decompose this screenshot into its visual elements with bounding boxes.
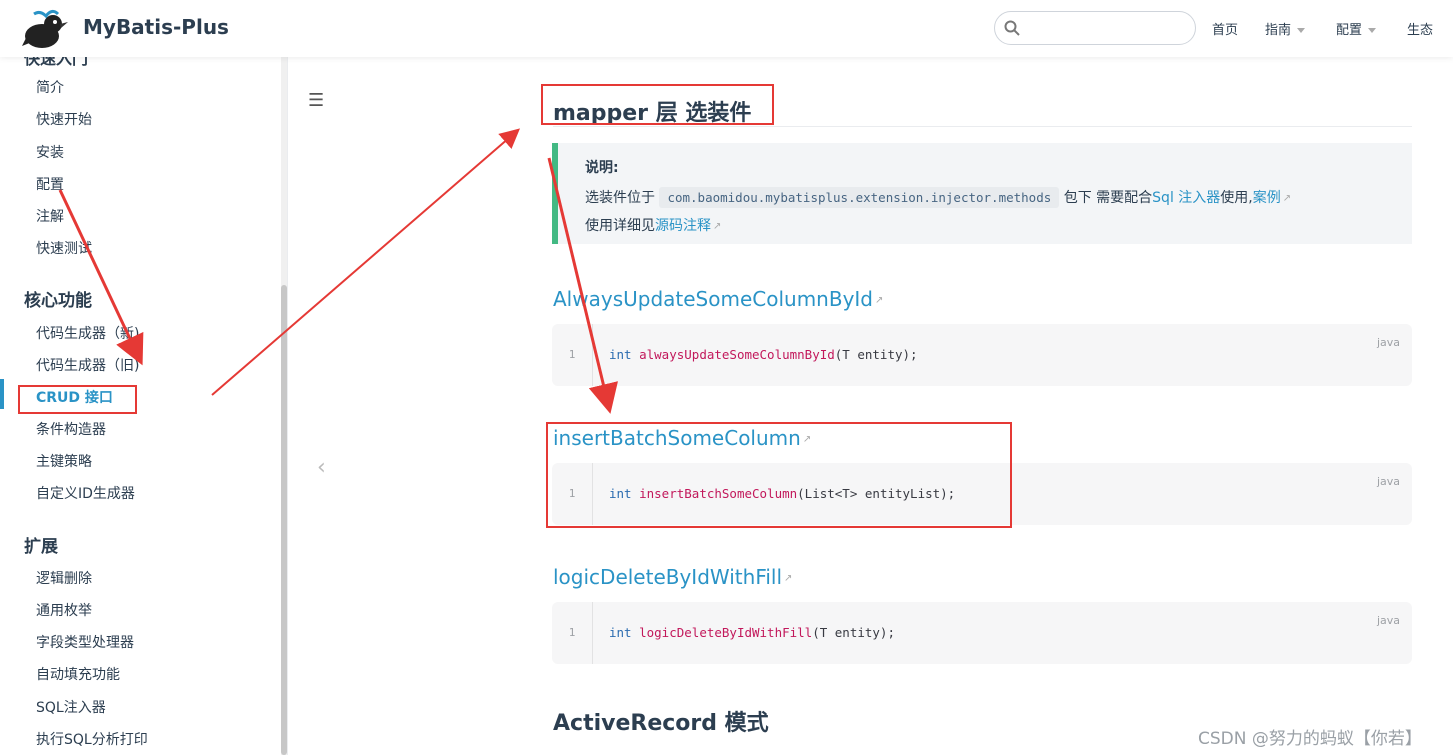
sql-injector-link[interactable]: Sql 注入器 <box>1152 190 1220 206</box>
tip-text: 包下 需要配合 <box>1063 190 1153 206</box>
nav-config-dropdown[interactable]: 配置 <box>1336 19 1377 38</box>
sidebar-item[interactable]: 代码生成器（旧) <box>36 355 139 375</box>
tip-line-1: 选装件位于 com.baomidou.mybatisplus.extension… <box>585 187 1292 208</box>
sidebar-group-quickstart[interactable]: 快速入门 <box>24 57 88 69</box>
tip-text: 使用详细见 <box>585 218 655 234</box>
chevron-down-icon <box>1368 28 1377 33</box>
code-function: alwaysUpdateSomeColumnById <box>639 347 835 362</box>
external-link-icon: ↗ <box>713 220 722 232</box>
top-navbar: MyBatis-Plus 首页 指南 配置 生态 <box>0 0 1453 57</box>
sidebar-item[interactable]: 自定义ID生成器 <box>36 483 135 503</box>
annotation-box-insert-batch <box>546 422 1012 528</box>
external-link-icon: ↗ <box>1282 192 1292 204</box>
code-block: 1 int alwaysUpdateSomeColumnById(T entit… <box>552 324 1412 386</box>
tip-title: 说明: <box>585 160 619 176</box>
example-link[interactable]: 案例 <box>1253 190 1281 206</box>
tip-block: 说明: 选装件位于 com.baomidou.mybatisplus.exten… <box>552 143 1412 244</box>
watermark: CSDN @努力的蚂蚁【你若】 <box>1198 729 1422 749</box>
code-language-label: java <box>1376 336 1400 349</box>
package-code: com.baomidou.mybatisplus.extension.injec… <box>659 187 1060 208</box>
sidebar-item[interactable]: 简介 <box>36 77 64 97</box>
tip-text: 选装件位于 <box>585 190 655 206</box>
sidebar-group-core[interactable]: 核心功能 <box>24 286 92 311</box>
sidebar-item[interactable]: 注解 <box>36 206 64 226</box>
chevron-down-icon <box>1297 28 1306 33</box>
nav-ecosystem[interactable]: 生态 <box>1407 19 1433 38</box>
sidebar-item[interactable]: 条件构造器 <box>36 419 106 439</box>
sidebar-item[interactable]: 逻辑删除 <box>36 568 92 588</box>
sidebar-scrollbar-thumb[interactable] <box>281 285 287 755</box>
search-icon <box>1004 20 1020 36</box>
sidebar-item[interactable]: 自动填充功能 <box>36 664 120 684</box>
menu-toggle-icon[interactable]: ☰ <box>308 90 324 111</box>
external-link-icon: ↗ <box>875 295 884 306</box>
external-link-icon: ↗ <box>784 573 793 584</box>
code-block: 1 int logicDeleteByIdWithFill(T entity);… <box>552 602 1412 664</box>
search-box[interactable] <box>994 11 1196 45</box>
sidebar-item[interactable]: 字段类型处理器 <box>36 632 134 652</box>
code-args: (T entity); <box>834 347 918 362</box>
code-args: (T entity); <box>812 625 895 640</box>
code-keyword: int <box>609 625 632 640</box>
sidebar-item[interactable]: 代码生成器（新) <box>36 323 139 343</box>
sidebar-item[interactable]: 快速测试 <box>36 238 92 258</box>
search-input[interactable] <box>1029 18 1179 38</box>
code-function: logicDeleteByIdWithFill <box>639 625 813 640</box>
annotation-box-mapper <box>541 84 774 125</box>
divider <box>553 126 1412 127</box>
mybatis-bird-logo-icon[interactable] <box>22 8 68 50</box>
sidebar-item[interactable]: 快速开始 <box>36 109 92 129</box>
section-title-activerecord: ActiveRecord 模式 <box>553 711 769 736</box>
method-heading-link[interactable]: AlwaysUpdateSomeColumnById ↗ <box>553 287 883 311</box>
tip-line-2: 使用详细见源码注释 ↗ <box>585 215 721 235</box>
sidebar-item[interactable]: 通用枚举 <box>36 600 92 620</box>
nav-ecosystem-label: 生态 <box>1407 23 1434 38</box>
line-number: 1 <box>552 324 593 386</box>
nav-home-label: 首页 <box>1212 23 1239 38</box>
sidebar-item[interactable]: SQL注入器 <box>36 697 106 717</box>
annotation-box-crud <box>18 385 137 414</box>
sidebar-item[interactable]: 配置 <box>36 174 64 194</box>
line-number: 1 <box>552 602 593 664</box>
sidebar-item[interactable]: 安装 <box>36 142 64 162</box>
nav-guide-dropdown[interactable]: 指南 <box>1265 19 1306 38</box>
tip-text: 使用, <box>1220 190 1253 206</box>
source-comment-link[interactable]: 源码注释 <box>655 218 711 234</box>
sidebar-item[interactable]: 主键策略 <box>36 451 92 471</box>
method-name: AlwaysUpdateSomeColumnById <box>553 287 873 311</box>
code-line: int logicDeleteByIdWithFill(T entity); <box>609 625 895 640</box>
code-line: int alwaysUpdateSomeColumnById(T entity)… <box>609 347 918 362</box>
code-language-label: java <box>1376 614 1400 627</box>
code-keyword: int <box>609 347 632 362</box>
nav-home[interactable]: 首页 <box>1212 19 1238 38</box>
chevron-left-icon[interactable]: ‹ <box>317 455 326 480</box>
nav-guide-label: 指南 <box>1265 23 1292 38</box>
sidebar-active-indicator <box>0 379 4 409</box>
sidebar-group-extension[interactable]: 扩展 <box>24 532 58 557</box>
sidebar-item[interactable]: 执行SQL分析打印 <box>36 729 148 749</box>
method-heading-link[interactable]: logicDeleteByIdWithFill ↗ <box>553 565 792 589</box>
method-name: logicDeleteByIdWithFill <box>553 565 783 589</box>
nav-config-label: 配置 <box>1336 23 1363 38</box>
code-language-label: java <box>1376 475 1400 488</box>
site-name[interactable]: MyBatis-Plus <box>83 15 229 39</box>
